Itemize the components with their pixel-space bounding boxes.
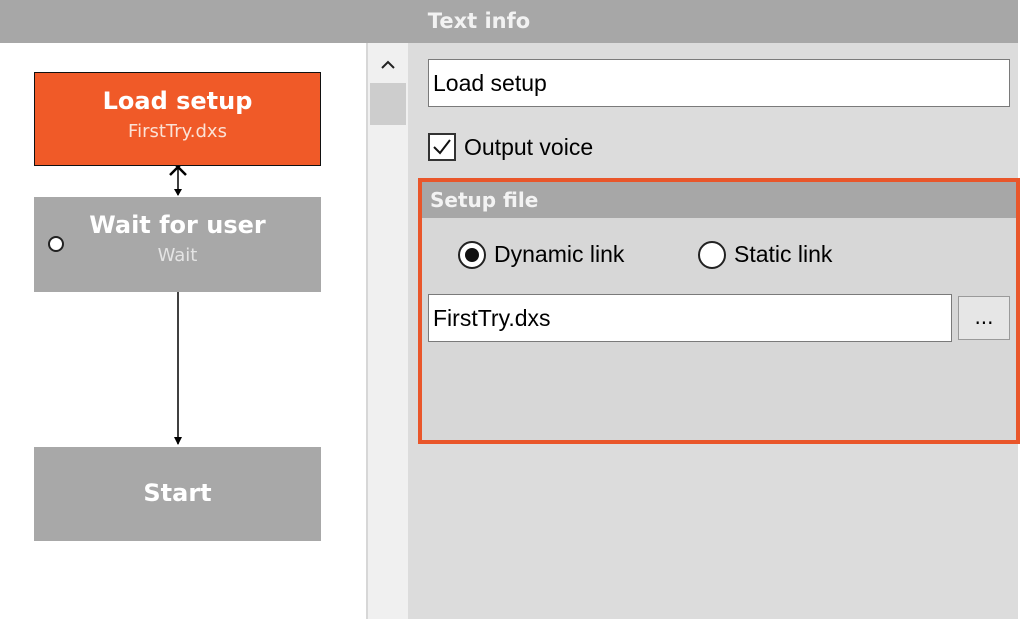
- text-input[interactable]: Load setup: [428, 59, 1010, 107]
- node-subtitle: FirstTry.dxs: [128, 121, 227, 142]
- static-link-radio[interactable]: [698, 241, 726, 269]
- setup-file-heading: Setup file: [422, 182, 1016, 218]
- setup-file-input[interactable]: FirstTry.dxs: [428, 294, 952, 342]
- browse-button[interactable]: ...: [958, 296, 1010, 340]
- connection-port-icon[interactable]: [48, 236, 64, 252]
- properties-panel: Load setup Output voice Setup file Dynam…: [408, 43, 1020, 619]
- node-title: Load setup: [102, 87, 253, 115]
- radio-selected-icon: [465, 248, 479, 262]
- flow-node-load-setup[interactable]: Load setup FirstTry.dxs: [34, 72, 321, 166]
- node-subtitle: Wait: [157, 245, 198, 266]
- flow-node-wait-for-user[interactable]: Wait for user Wait: [34, 197, 321, 292]
- node-title: Wait for user: [89, 211, 266, 239]
- node-title: Start: [143, 479, 212, 507]
- checkmark-icon: [433, 139, 451, 155]
- dynamic-link-label[interactable]: Dynamic link: [494, 238, 624, 270]
- flow-node-start[interactable]: Start: [34, 447, 321, 541]
- header-title: Text info: [427, 9, 531, 33]
- panel-header: Text info: [0, 0, 1018, 43]
- dynamic-link-radio[interactable]: [458, 241, 486, 269]
- arrow-head-icon: [174, 189, 182, 196]
- chevron-up-icon[interactable]: [368, 49, 408, 81]
- flow-canvas[interactable]: Load setup FirstTry.dxs Wait for user Wa…: [0, 43, 366, 619]
- vertical-scrollbar[interactable]: [368, 43, 408, 619]
- arrow-head-icon: [174, 437, 182, 445]
- output-voice-checkbox[interactable]: [428, 133, 456, 161]
- static-link-label[interactable]: Static link: [734, 238, 832, 270]
- scrollbar-thumb[interactable]: [370, 83, 406, 125]
- setup-file-group: Setup file Dynamic link Static link Firs…: [418, 178, 1020, 444]
- output-voice-label: Output voice: [464, 134, 594, 160]
